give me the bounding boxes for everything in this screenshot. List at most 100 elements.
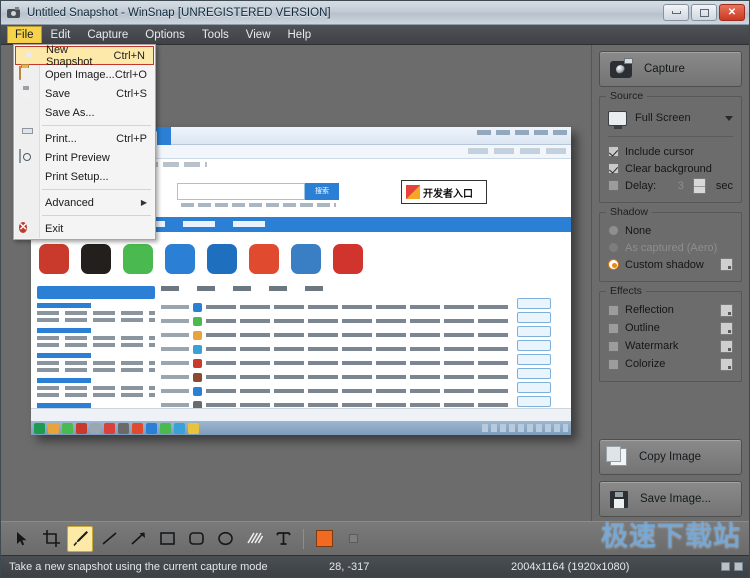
menu-help[interactable]: Help (280, 26, 320, 44)
app-icon-music[interactable] (249, 244, 279, 274)
source-group-legend: Source (606, 90, 647, 102)
app-icon-lol[interactable] (81, 244, 111, 274)
outline-settings-button[interactable] (720, 322, 733, 335)
menu-file[interactable]: File (7, 26, 42, 43)
taskbar-icon[interactable] (62, 423, 73, 434)
status-icons (721, 562, 743, 571)
taskbar-icon[interactable] (104, 423, 115, 434)
download-button[interactable] (517, 354, 551, 365)
menu-edit[interactable]: Edit (43, 26, 79, 44)
taskbar-icon[interactable] (188, 423, 199, 434)
site-search-button[interactable]: 搜索 (305, 183, 339, 200)
menu-item-save-as[interactable]: Save As... (14, 103, 155, 122)
reflection-settings-button[interactable] (720, 304, 733, 317)
download-button[interactable] (517, 340, 551, 351)
minimize-button[interactable] (663, 4, 689, 21)
rectangle-tool[interactable] (154, 526, 180, 552)
menu-view[interactable]: View (238, 26, 279, 44)
site-search-input[interactable] (177, 183, 305, 200)
download-button[interactable] (517, 298, 551, 309)
include-cursor-checkbox[interactable]: Include cursor (608, 143, 733, 160)
app-icon-wps[interactable] (39, 244, 69, 274)
taskbar-icon[interactable] (160, 423, 171, 434)
menu-capture[interactable]: Capture (79, 26, 136, 44)
menu-item-new-snapshot[interactable]: New Snapshot Ctrl+N (15, 46, 154, 65)
menu-tools[interactable]: Tools (194, 26, 237, 44)
taskbar-icon[interactable] (90, 423, 101, 434)
app-icon-video[interactable] (207, 244, 237, 274)
ellipse-tool[interactable] (212, 526, 238, 552)
menu-item-print-preview[interactable]: Print Preview (14, 148, 155, 167)
list-item[interactable] (161, 356, 511, 370)
download-button[interactable] (517, 326, 551, 337)
system-tray[interactable] (482, 424, 568, 432)
menu-item-advanced[interactable]: Advanced ▶ (14, 193, 155, 212)
arrow-tool[interactable] (125, 526, 151, 552)
menu-item-save[interactable]: Save Ctrl+S (14, 84, 155, 103)
taskbar-icon[interactable] (174, 423, 185, 434)
download-button[interactable] (517, 382, 551, 393)
taskbar-icon[interactable] (48, 423, 59, 434)
copy-image-button[interactable]: Copy Image (599, 439, 742, 475)
effect-reflection[interactable]: Reflection (608, 301, 733, 319)
crop-tool[interactable] (38, 526, 64, 552)
source-select-value: Full Screen (635, 112, 717, 124)
list-item[interactable] (161, 300, 511, 314)
delay-checkbox[interactable]: Delay: 3 sec (608, 177, 733, 194)
list-item[interactable] (161, 342, 511, 356)
rounded-rectangle-tool[interactable] (183, 526, 209, 552)
select-tool[interactable] (9, 526, 35, 552)
clear-background-label: Clear background (625, 163, 712, 175)
taskbar-icon-start[interactable] (34, 423, 45, 434)
hatch-tool[interactable] (241, 526, 267, 552)
clear-background-checkbox[interactable]: Clear background (608, 160, 733, 177)
taskbar-icon[interactable] (118, 423, 129, 434)
effect-colorize[interactable]: Colorize (608, 355, 733, 373)
app-icon-iu[interactable] (165, 244, 195, 274)
delay-spinner[interactable] (693, 178, 706, 194)
colorize-settings-button[interactable] (720, 358, 733, 371)
winsnap-window: Untitled Snapshot - WinSnap [UNREGISTERE… (0, 0, 750, 578)
taskbar-icon[interactable] (146, 423, 157, 434)
menu-item-print-setup[interactable]: Print Setup... (14, 167, 155, 186)
save-image-button[interactable]: Save Image... (599, 481, 742, 517)
menu-item-print[interactable]: Print... Ctrl+P (14, 129, 155, 148)
maximize-button[interactable] (691, 4, 717, 21)
download-list (161, 286, 511, 406)
taskbar-icon[interactable] (132, 423, 143, 434)
menu-item-open-image[interactable]: Open Image... Ctrl+O (14, 65, 155, 84)
effect-watermark[interactable]: Watermark (608, 337, 733, 355)
download-button[interactable] (517, 368, 551, 379)
text-tool[interactable] (270, 526, 296, 552)
download-button[interactable] (517, 312, 551, 323)
developer-entry-button[interactable]: 开发者入口 (401, 180, 487, 204)
background-color-swatch[interactable] (340, 526, 366, 552)
menu-item-exit[interactable]: ✕ Exit (14, 219, 155, 238)
status-bar: Take a new snapshot using the current ca… (1, 555, 749, 577)
print-preview-icon (19, 150, 35, 165)
pen-tool[interactable] (67, 526, 93, 552)
list-item[interactable] (161, 328, 511, 342)
app-icon-tools[interactable] (291, 244, 321, 274)
shadow-option-none[interactable]: None (608, 222, 733, 239)
menu-options[interactable]: Options (137, 26, 193, 44)
floppy-disk-icon (19, 86, 35, 101)
list-item[interactable] (161, 384, 511, 398)
watermark-settings-button[interactable] (720, 340, 733, 353)
list-item[interactable] (161, 370, 511, 384)
app-icon-wechat[interactable] (123, 244, 153, 274)
shadow-group: Shadow None As captured (Aero) Custom sh… (599, 212, 742, 282)
download-button[interactable] (517, 396, 551, 407)
capture-button[interactable]: Capture (599, 51, 742, 87)
close-button[interactable]: ✕ (719, 4, 745, 21)
effect-outline[interactable]: Outline (608, 319, 733, 337)
status-icon-1 (721, 562, 730, 571)
list-item[interactable] (161, 314, 511, 328)
source-select[interactable]: Full Screen (608, 106, 733, 130)
shadow-option-custom[interactable]: Custom shadow (608, 256, 733, 273)
app-icon-youdao[interactable] (333, 244, 363, 274)
foreground-color-swatch[interactable] (311, 526, 337, 552)
line-tool[interactable] (96, 526, 122, 552)
shadow-settings-button[interactable] (720, 258, 733, 271)
taskbar-icon[interactable] (76, 423, 87, 434)
